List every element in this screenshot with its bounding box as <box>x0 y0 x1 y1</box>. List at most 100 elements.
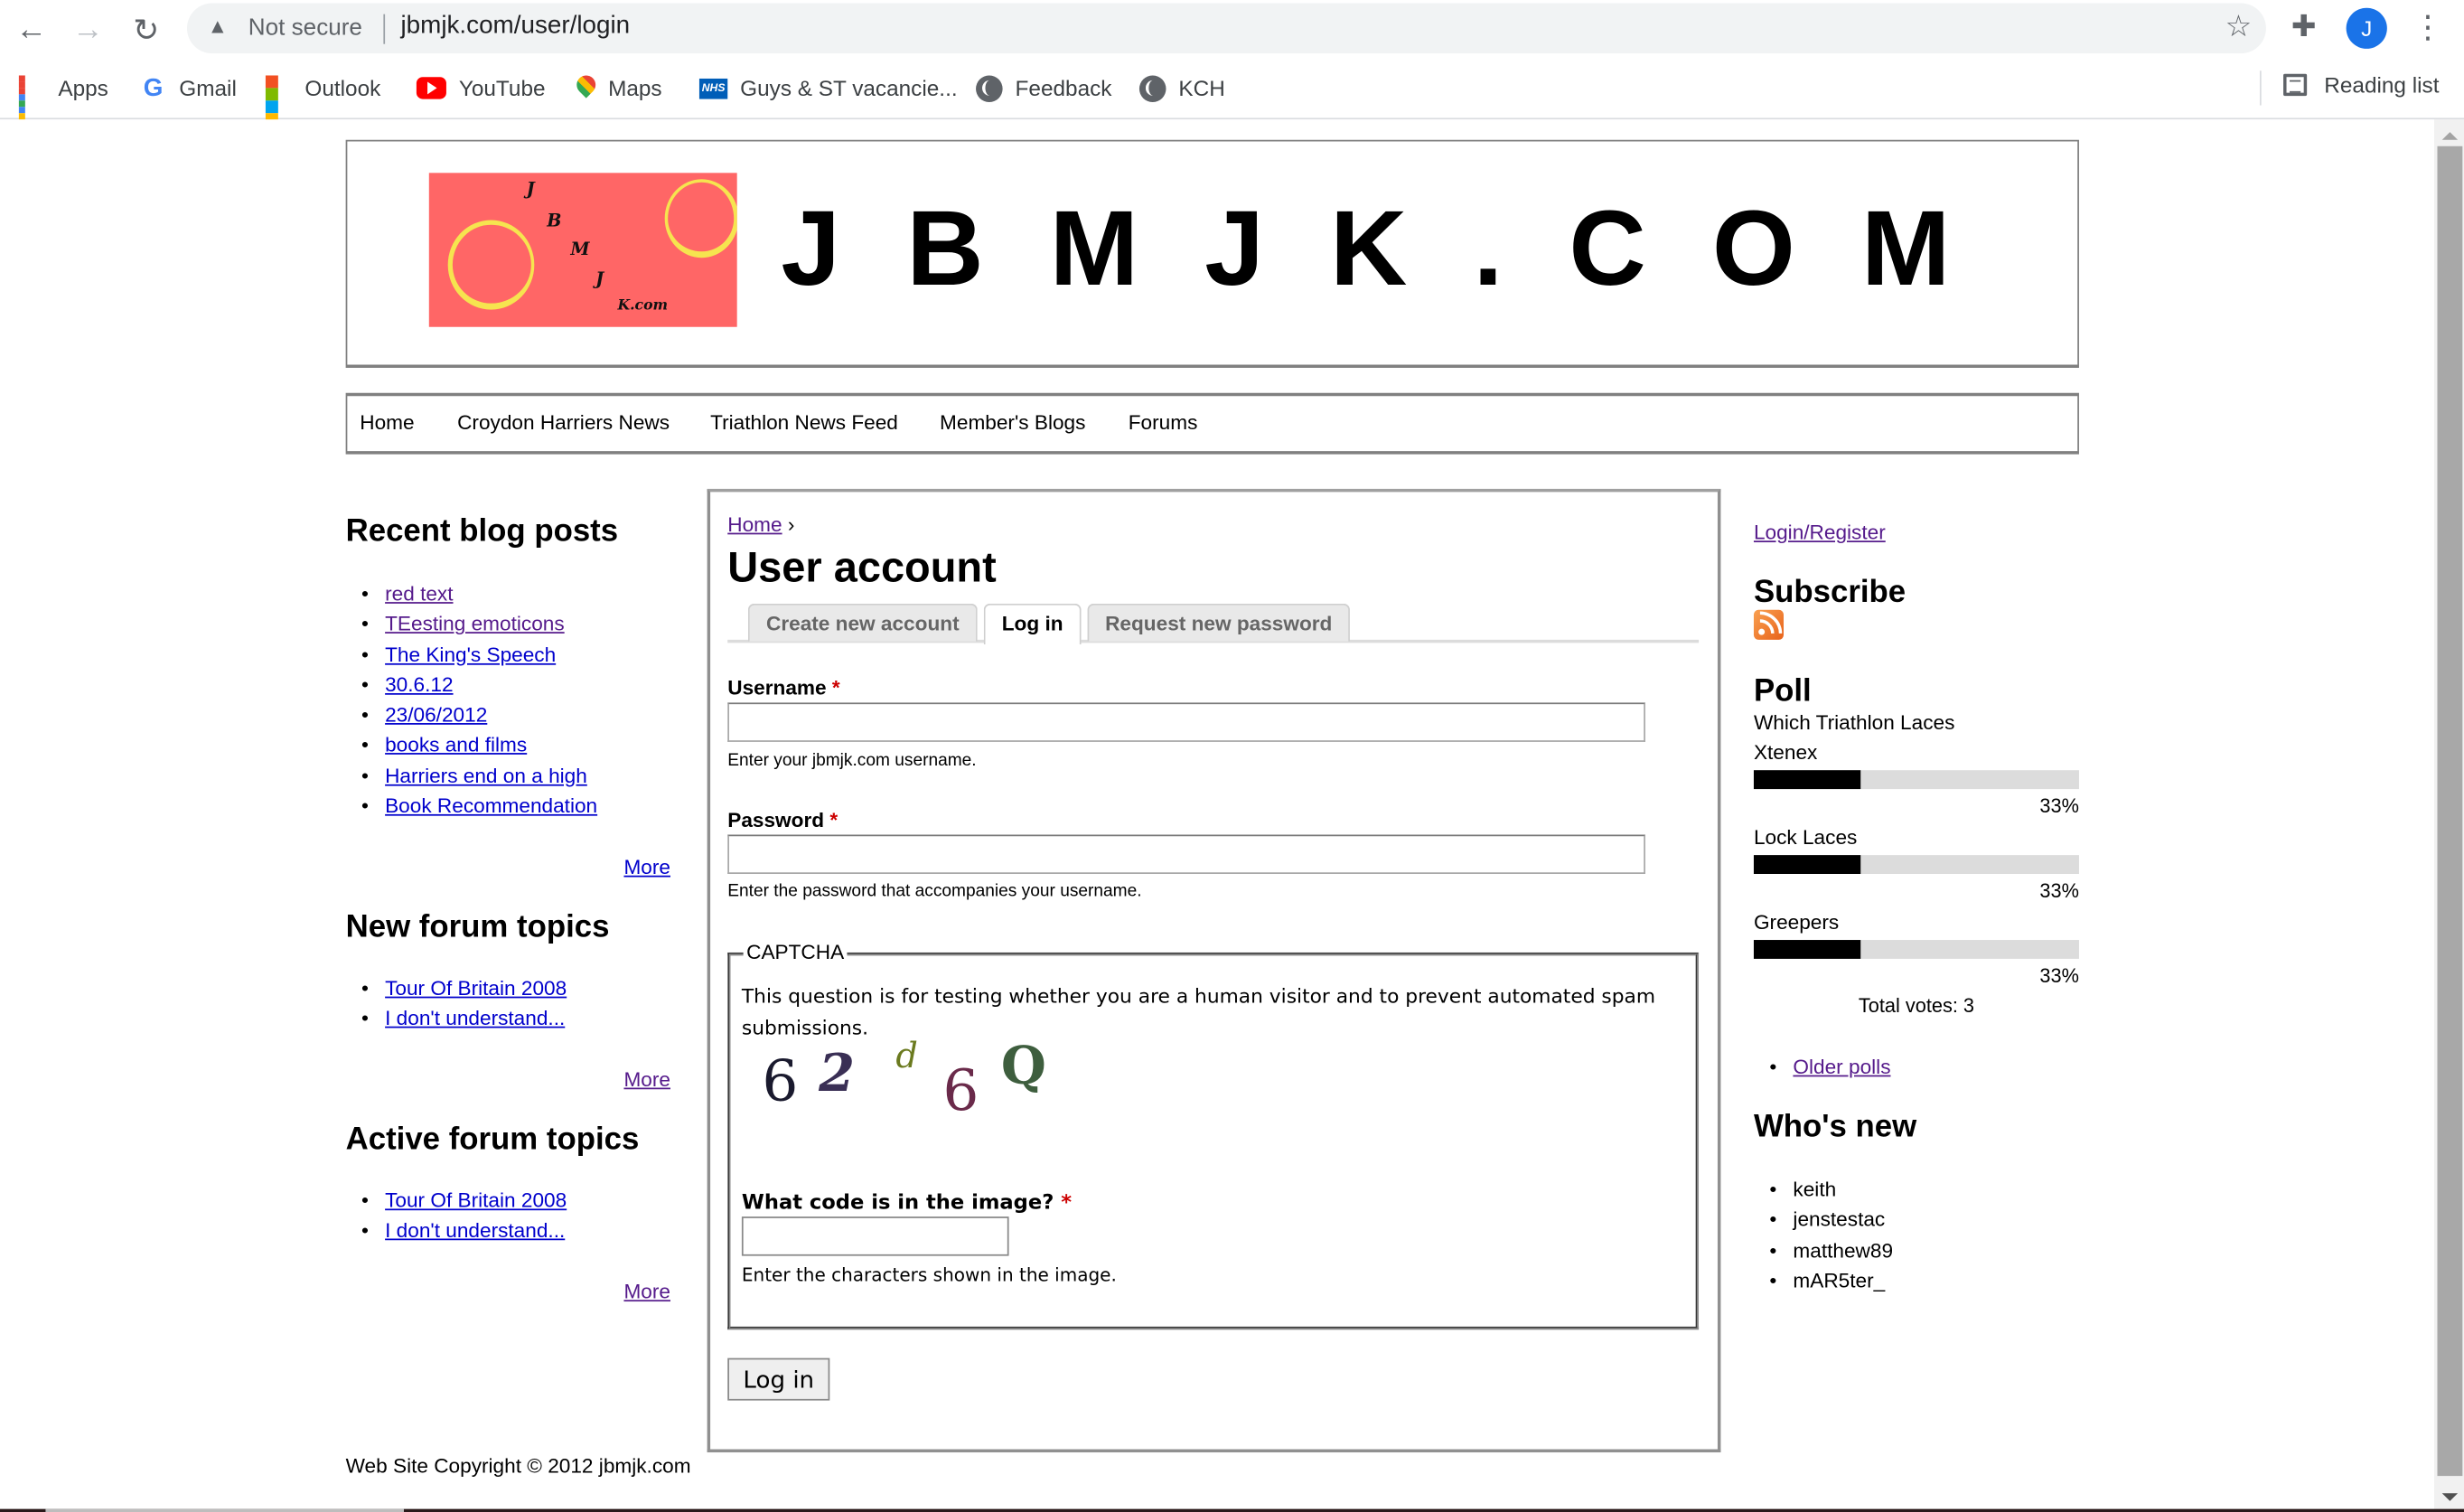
tab-request-new-password[interactable]: Request new password <box>1087 603 1350 642</box>
captcha-char: 6 <box>762 1049 799 1115</box>
bookmark-star-icon[interactable]: ☆ <box>2225 9 2253 45</box>
bookmark-apps[interactable]: Apps <box>18 72 108 132</box>
site-logo[interactable]: J B M J K.com <box>428 173 737 327</box>
list-item: I don't understand... <box>346 1216 567 1246</box>
log-in-button[interactable]: Log in <box>727 1357 830 1401</box>
new-forum-topics-list: Tour Of Britain 2008 I don't understand.… <box>346 973 567 1035</box>
list-item: red text <box>346 578 598 609</box>
logo-letter: J <box>526 179 535 200</box>
globe-icon <box>976 74 1003 102</box>
rss-feed-icon[interactable] <box>1753 609 1784 640</box>
more-menu-icon[interactable]: ⋮ <box>2412 8 2444 49</box>
captcha-info: This question is for testing whether you… <box>741 983 1656 1038</box>
url-text[interactable]: jbmjk.com/user/login <box>400 13 630 41</box>
profile-avatar[interactable]: J <box>2346 7 2387 49</box>
blog-post-link[interactable]: 23/06/2012 <box>385 703 487 727</box>
bookmark-label: YouTube <box>458 75 546 101</box>
forward-arrow-icon[interactable]: → <box>68 9 108 50</box>
forum-topic-link[interactable]: I don't understand... <box>385 1218 565 1242</box>
bookmark-feedback[interactable]: Feedback <box>976 72 1111 104</box>
new-forum-topics-more-link[interactable]: More <box>623 1067 670 1091</box>
breadcrumb-separator: › <box>787 512 795 537</box>
tab-log-in[interactable]: Log in <box>983 603 1082 645</box>
password-label: Password * <box>727 808 838 831</box>
list-item: Tour Of Britain 2008 <box>346 973 567 1004</box>
blog-post-link[interactable]: TEesting emoticons <box>385 612 565 635</box>
reading-list-button[interactable]: Reading list <box>2283 72 2440 98</box>
main-content: Home › User account Create new account L… <box>707 488 1721 1453</box>
microsoft-icon <box>265 74 293 126</box>
extensions-puzzle-icon[interactable]: ✚ <box>2291 9 2317 45</box>
blog-post-link[interactable]: Book Recommendation <box>385 794 597 817</box>
taskbar-edge <box>0 1508 2464 1512</box>
username-label-text: Username <box>727 675 827 700</box>
captcha-char: 6 <box>942 1059 979 1124</box>
list-item: I don't understand... <box>346 1003 567 1034</box>
blog-post-link[interactable]: books and films <box>385 733 527 756</box>
older-polls-link[interactable]: Older polls <box>1793 1055 1890 1078</box>
list-item: Older polls <box>1754 1052 1890 1083</box>
password-input[interactable] <box>727 834 1645 874</box>
scroll-down-arrow-icon[interactable] <box>2441 1493 2459 1501</box>
list-item: Tour Of Britain 2008 <box>346 1185 567 1216</box>
forum-topic-link[interactable]: Tour Of Britain 2008 <box>385 1188 567 1212</box>
page-scrollbar[interactable] <box>2434 119 2464 1512</box>
reading-list-icon <box>2283 73 2308 97</box>
forum-topic-link[interactable]: I don't understand... <box>385 1007 565 1030</box>
reload-icon[interactable]: ↻ <box>126 9 166 50</box>
username-label: Username * <box>727 676 839 700</box>
blog-posts-more-link[interactable]: More <box>623 855 670 878</box>
bookmark-label: Maps <box>608 75 662 101</box>
security-status[interactable]: Not secure <box>248 14 362 42</box>
tab-create-new-account[interactable]: Create new account <box>747 603 978 642</box>
login-register-link[interactable]: Login/Register <box>1754 521 1886 544</box>
captcha-code-input[interactable] <box>741 1216 1009 1256</box>
nav-home[interactable]: Home <box>360 410 414 434</box>
blog-post-link[interactable]: Harriers end on a high <box>385 764 587 787</box>
bookmark-guys-st[interactable]: NHS Guys & ST vacancie... <box>698 72 958 104</box>
blog-post-link[interactable]: red text <box>385 582 453 606</box>
web-page: J B M J K.com JBMJK.COM Home Croydon Har… <box>0 119 2435 1512</box>
username-input[interactable] <box>727 702 1645 742</box>
poll-percent: 33% <box>2039 795 2079 818</box>
site-header: J B M J K.com JBMJK.COM <box>345 139 2079 368</box>
list-item: books and films <box>346 730 598 761</box>
bookmark-outlook[interactable]: Outlook <box>265 72 380 126</box>
captcha-char: d <box>895 1037 918 1077</box>
nav-members-blogs[interactable]: Member's Blogs <box>940 410 1085 434</box>
captcha-legend: CAPTCHA <box>743 940 848 964</box>
nav-forums[interactable]: Forums <box>1129 410 1198 434</box>
list-item: The King's Speech <box>346 639 598 670</box>
nav-croydon-harriers-news[interactable]: Croydon Harriers News <box>457 410 670 434</box>
recent-blog-posts-title: Recent blog posts <box>345 513 619 549</box>
bookmark-label: KCH <box>1178 75 1225 101</box>
warning-triangle-icon[interactable]: ▲ <box>208 14 228 38</box>
site-title[interactable]: JBMJK.COM <box>781 195 2016 302</box>
breadcrumb-home-link[interactable]: Home <box>727 512 782 536</box>
scrollbar-thumb[interactable] <box>2437 146 2463 1477</box>
blog-post-link[interactable]: The King's Speech <box>385 643 556 666</box>
bookmark-maps[interactable]: Maps <box>576 72 662 104</box>
captcha-char: Q <box>1000 1034 1046 1096</box>
address-separator <box>383 14 386 44</box>
blog-post-link[interactable]: 30.6.12 <box>385 672 453 696</box>
poll-title: Poll <box>1753 674 1812 709</box>
bookmark-youtube[interactable]: YouTube <box>416 72 546 104</box>
bookmark-label: Gmail <box>179 75 237 101</box>
bookmark-kch[interactable]: KCH <box>1138 72 1225 104</box>
bookmark-gmail[interactable]: G Gmail <box>140 72 237 104</box>
captcha-image: 6 2 d 6 Q <box>746 1034 1061 1124</box>
active-forum-topics-more-link[interactable]: More <box>623 1280 670 1303</box>
list-item: Harriers end on a high <box>346 760 598 791</box>
poll-percent: 33% <box>2039 964 2079 988</box>
new-user-name: matthew89 <box>1793 1237 1894 1262</box>
back-arrow-icon[interactable]: ← <box>11 9 52 50</box>
list-item: keith <box>1754 1174 1893 1205</box>
list-item: matthew89 <box>1754 1235 1893 1265</box>
globe-icon <box>1138 74 1166 102</box>
nav-triathlon-news-feed[interactable]: Triathlon News Feed <box>710 410 898 434</box>
logo-letter: M <box>570 239 590 259</box>
address-bar[interactable]: ▲ Not secure jbmjk.com/user/login ☆ <box>186 3 2266 54</box>
forum-topic-link[interactable]: Tour Of Britain 2008 <box>385 976 567 1000</box>
scroll-up-arrow-icon[interactable] <box>2441 132 2459 140</box>
